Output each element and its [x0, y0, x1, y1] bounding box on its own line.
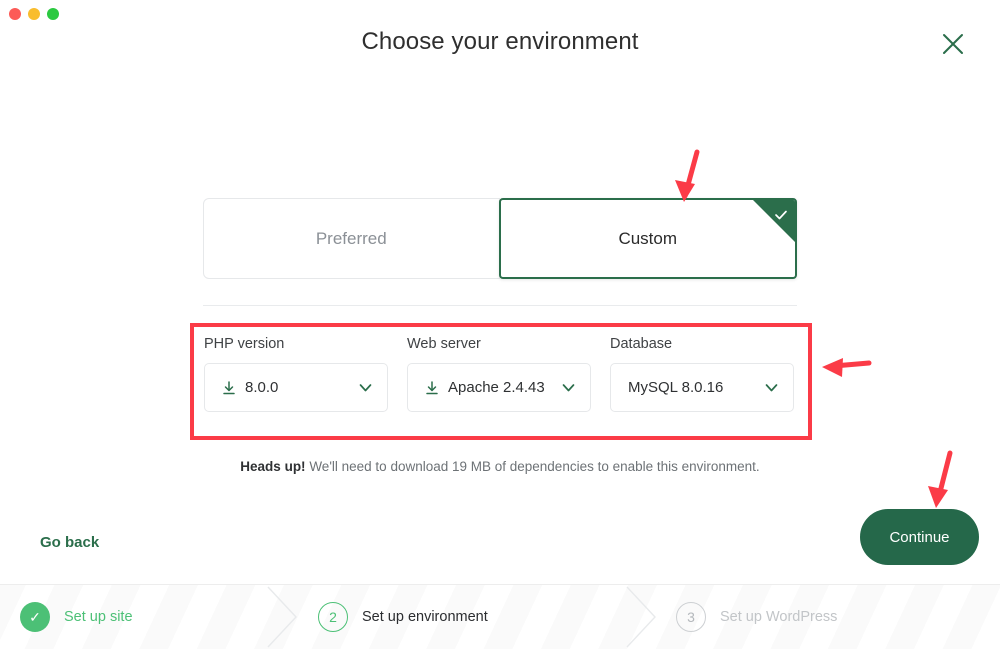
close-window-button[interactable] — [9, 8, 21, 20]
window-traffic-lights — [9, 8, 59, 20]
setup-progress-footer: ✓ Set up site 2 Set up environment 3 Set… — [0, 584, 1000, 649]
download-icon — [425, 380, 439, 395]
step-setup-environment[interactable]: 2 Set up environment — [318, 585, 488, 649]
close-dialog-button[interactable] — [931, 22, 975, 66]
check-icon — [773, 207, 789, 228]
step-2-label: Set up environment — [362, 609, 488, 625]
step-3-label: Set up WordPress — [720, 609, 838, 625]
chevron-down-icon — [763, 379, 780, 396]
field-database: Database MySQL 8.0.16 — [610, 336, 794, 412]
step-setup-site[interactable]: ✓ Set up site — [20, 585, 133, 649]
field-web-server: Web server Apache 2.4.43 — [407, 336, 591, 412]
environment-type-segmented-control: Preferred Custom — [203, 198, 797, 279]
web-server-value: Apache 2.4.43 — [448, 379, 545, 396]
main-content: Preferred Custom PHP version 8.0.0 Web s… — [0, 88, 1000, 585]
database-select[interactable]: MySQL 8.0.16 — [610, 363, 794, 412]
step-1-label: Set up site — [64, 609, 133, 625]
database-value: MySQL 8.0.16 — [628, 379, 724, 396]
step-setup-wordpress[interactable]: 3 Set up WordPress — [676, 585, 837, 649]
page-title: Choose your environment — [361, 28, 639, 55]
notice-text: We'll need to download 19 MB of dependen… — [305, 459, 760, 474]
download-icon — [222, 380, 236, 395]
step-separator-icon — [625, 585, 659, 649]
minimize-window-button[interactable] — [28, 8, 40, 20]
continue-button[interactable]: Continue — [860, 509, 979, 565]
notice-bold-prefix: Heads up! — [240, 459, 306, 474]
tab-preferred-label: Preferred — [315, 228, 387, 248]
step-1-marker: ✓ — [20, 602, 50, 632]
php-version-select[interactable]: 8.0.0 — [204, 363, 388, 412]
web-server-select[interactable]: Apache 2.4.43 — [407, 363, 591, 412]
dependencies-notice: Heads up! We'll need to download 19 MB o… — [0, 459, 1000, 474]
close-x-icon — [941, 32, 965, 56]
chevron-down-icon — [560, 379, 577, 396]
go-back-link[interactable]: Go back — [40, 534, 99, 551]
step-2-marker: 2 — [318, 602, 348, 632]
environment-selectors: PHP version 8.0.0 Web server Apache 2.4.… — [204, 336, 794, 412]
tab-custom-label: Custom — [618, 228, 678, 248]
tab-custom[interactable]: Custom — [498, 198, 797, 279]
database-label: Database — [610, 336, 673, 352]
app-window: Choose your environment Preferred Custom — [0, 0, 1000, 649]
chevron-down-icon — [357, 379, 374, 396]
step-3-marker: 3 — [676, 602, 706, 632]
field-php-version: PHP version 8.0.0 — [204, 336, 388, 412]
section-divider — [203, 305, 797, 306]
title-bar: Choose your environment — [0, 0, 1000, 88]
web-server-label: Web server — [407, 336, 481, 352]
php-version-value: 8.0.0 — [245, 379, 279, 396]
tab-custom-selected-corner — [753, 200, 795, 242]
tab-preferred[interactable]: Preferred — [203, 198, 500, 279]
php-version-label: PHP version — [204, 336, 285, 352]
maximize-window-button[interactable] — [47, 8, 59, 20]
step-separator-icon — [266, 585, 300, 649]
